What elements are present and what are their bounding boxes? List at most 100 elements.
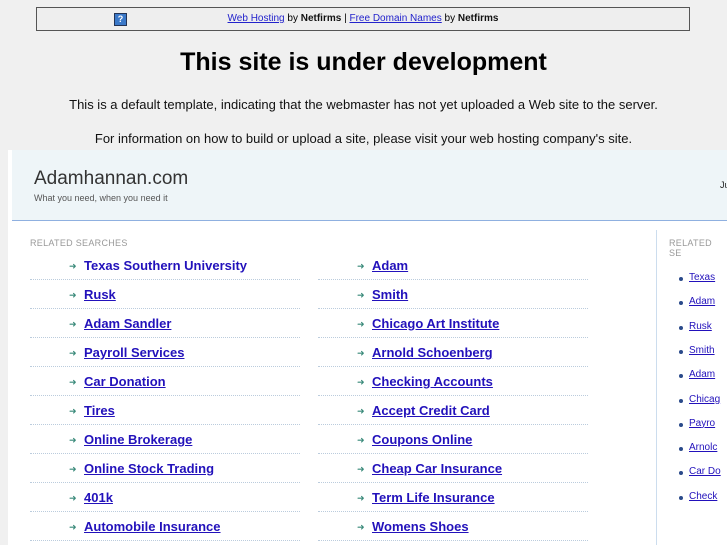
arrow-icon: ➜ xyxy=(69,406,77,416)
related-link[interactable]: Smith xyxy=(372,287,408,302)
netfirms-text: Netfirms xyxy=(457,13,499,24)
arrow-icon: ➜ xyxy=(357,290,365,300)
related-link[interactable]: Term Life Insurance xyxy=(372,490,495,505)
sidebar-related-link[interactable]: Adam xyxy=(689,369,715,380)
related-link[interactable]: Checking Accounts xyxy=(372,374,493,389)
parked-panel: Adamhannan.com What you need, when you n… xyxy=(8,150,727,545)
bullet-icon xyxy=(679,325,683,330)
sidebar-related-link[interactable]: Rusk xyxy=(689,321,712,332)
related-sidebar: RELATED SE Texas Adam Rusk Smith Adam Chicag P… xyxy=(656,230,721,545)
list-item: ➜ 401k xyxy=(30,483,300,512)
sidebar-related-link[interactable]: Smith xyxy=(689,345,715,356)
by-text: by xyxy=(287,13,298,24)
related-link[interactable]: Arnold Schoenberg xyxy=(372,345,493,360)
list-item: ➜ Automobile Insurance xyxy=(30,512,300,541)
related-link[interactable]: Online Brokerage xyxy=(84,432,192,447)
arrow-icon: ➜ xyxy=(69,435,77,445)
web-hosting-link[interactable]: Web Hosting xyxy=(228,13,285,24)
list-item: ➜ Tires xyxy=(30,396,300,425)
related-link[interactable]: Automobile Insurance xyxy=(84,519,221,534)
arrow-icon: ➜ xyxy=(69,290,77,300)
related-link[interactable]: Adam Sandler xyxy=(84,316,171,331)
arrow-icon: ➜ xyxy=(357,319,365,329)
sidebar-related-link[interactable]: Chicag xyxy=(689,394,720,405)
related-link[interactable]: Chicago Art Institute xyxy=(372,316,499,331)
arrow-icon: ➜ xyxy=(357,464,365,474)
question-icon[interactable]: ? xyxy=(114,13,127,26)
related-link[interactable]: Texas Southern University xyxy=(84,258,247,273)
list-item: ➜ Adam Sandler xyxy=(30,309,300,338)
info-text: This is a default template, indicating t… xyxy=(69,97,658,112)
related-link[interactable]: 401k xyxy=(84,490,113,505)
sidebar-related-link[interactable]: Check xyxy=(689,491,717,502)
header-right-text: Ju xyxy=(720,180,727,190)
by-text: by xyxy=(444,13,456,24)
netfirms-banner: ? Web Hosting by Netfirms | Free Domain … xyxy=(36,7,690,31)
free-domain-link[interactable]: Free Domain Names xyxy=(349,13,441,24)
related-link[interactable]: Cheap Car Insurance xyxy=(372,461,502,476)
bullet-icon xyxy=(679,398,683,403)
bullet-icon xyxy=(679,374,683,379)
arrow-icon: ➜ xyxy=(357,406,365,416)
related-link[interactable]: Payroll Services xyxy=(84,345,184,360)
related-link[interactable]: Adam xyxy=(372,258,408,273)
netfirms-text: Netfirms xyxy=(300,13,342,24)
arrow-icon: ➜ xyxy=(69,348,77,358)
arrow-icon: ➜ xyxy=(357,493,365,503)
arrow-icon: ➜ xyxy=(69,261,77,271)
arrow-icon: ➜ xyxy=(69,377,77,387)
related-list-middle: ➜ Adam ➜ Smith ➜ Chicago Art Institute ➜ Arnold… xyxy=(318,251,588,541)
bullet-icon xyxy=(679,471,683,476)
related-link[interactable]: Car Donation xyxy=(84,374,166,389)
sidebar-related-link[interactable]: Payro xyxy=(689,418,715,429)
arrow-icon: ➜ xyxy=(69,493,77,503)
list-item: ➜ Car Donation xyxy=(30,367,300,396)
page-title: This site is under development xyxy=(180,48,547,76)
related-link[interactable]: Accept Credit Card xyxy=(372,403,490,418)
list-item: ➜ Coupons Online xyxy=(318,425,588,454)
site-header: Adamhannan.com What you need, when you n… xyxy=(12,150,727,221)
related-link[interactable]: Online Stock Trading xyxy=(84,461,214,476)
arrow-icon: ➜ xyxy=(69,319,77,329)
related-searches-label: RELATED SEARCHES xyxy=(30,238,128,248)
bullet-icon xyxy=(679,422,683,427)
arrow-icon: ➜ xyxy=(357,348,365,358)
separator: | xyxy=(344,13,347,24)
sidebar-related-link[interactable]: Arnolc xyxy=(689,442,717,453)
list-item: ➜ Adam xyxy=(318,251,588,280)
sidebar-related-link[interactable]: Adam xyxy=(689,296,715,307)
list-item: ➜ Chicago Art Institute xyxy=(318,309,588,338)
related-link[interactable]: Coupons Online xyxy=(372,432,472,447)
sidebar-related-link[interactable]: Car Do xyxy=(689,466,721,477)
list-item: ➜ Payroll Services xyxy=(30,338,300,367)
list-item: ➜ Checking Accounts xyxy=(318,367,588,396)
list-item: ➜ Texas Southern University xyxy=(30,251,300,280)
related-link[interactable]: Tires xyxy=(84,403,115,418)
list-item: ➜ Accept Credit Card xyxy=(318,396,588,425)
list-item: ➜ Arnold Schoenberg xyxy=(318,338,588,367)
bullet-icon xyxy=(679,349,683,354)
arrow-icon: ➜ xyxy=(69,522,77,532)
related-searches-label-right: RELATED SE xyxy=(669,238,712,258)
related-list-left: ➜ Texas Southern University ➜ Rusk ➜ Adam San… xyxy=(30,251,300,541)
related-link[interactable]: Womens Shoes xyxy=(372,519,469,534)
arrow-icon: ➜ xyxy=(357,435,365,445)
list-item: ➜ Smith xyxy=(318,280,588,309)
arrow-icon: ➜ xyxy=(357,261,365,271)
bullet-icon xyxy=(679,277,683,281)
bullet-icon xyxy=(679,301,683,306)
arrow-icon: ➜ xyxy=(357,377,365,387)
related-link[interactable]: Rusk xyxy=(84,287,116,302)
list-item: ➜ Cheap Car Insurance xyxy=(318,454,588,483)
bullet-icon xyxy=(679,447,683,452)
list-item: ➜ Online Brokerage xyxy=(30,425,300,454)
arrow-icon: ➜ xyxy=(69,464,77,474)
site-name[interactable]: Adamhannan.com xyxy=(34,168,188,190)
info-text-2: For information on how to build or uploa… xyxy=(94,131,633,146)
bullet-icon xyxy=(679,495,683,500)
sidebar-related-link[interactable]: Texas xyxy=(689,272,715,283)
list-item: ➜ Term Life Insurance xyxy=(318,483,588,512)
list-item: ➜ Womens Shoes xyxy=(318,512,588,541)
list-item: ➜ Online Stock Trading xyxy=(30,454,300,483)
arrow-icon: ➜ xyxy=(357,522,365,532)
